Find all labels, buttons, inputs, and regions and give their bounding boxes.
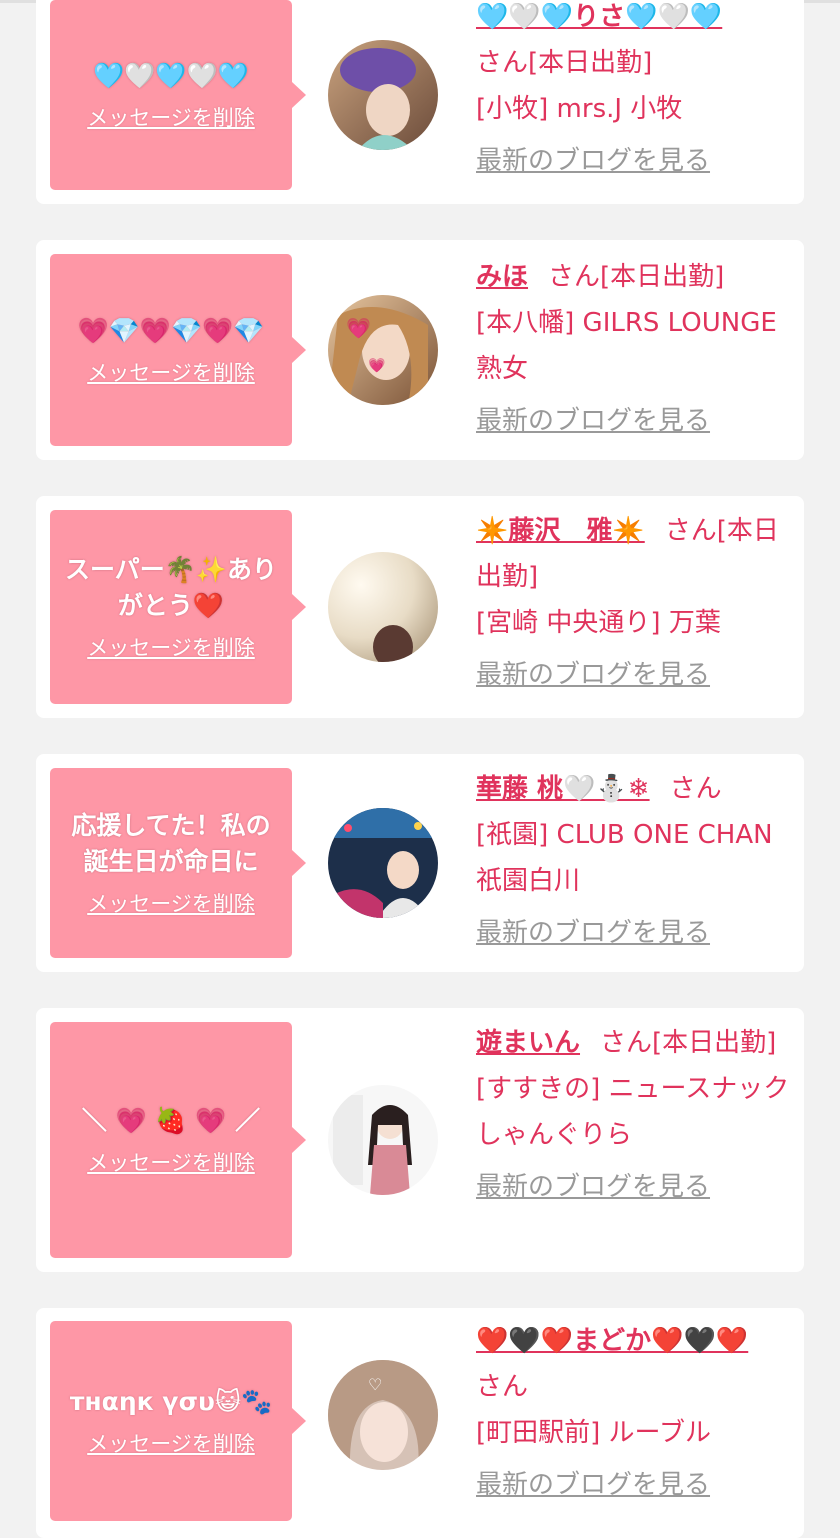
message-card: スーパー🌴✨ありがとう❤️ メッセージを削除 ✴️藤沢 雅✴️ さん[本日出勤] … <box>36 496 804 718</box>
latest-blog-link[interactable]: 最新のブログを見る <box>476 1462 792 1508</box>
message-card: 🩵🤍🩵🤍🩵 メッセージを削除 🩵🤍🩵りさ🩵🤍🩵 さん[本日出勤] [小牧] mr… <box>36 0 804 204</box>
message-bubble: 応援してた！私の誕生日が命日に メッセージを削除 <box>50 768 306 958</box>
delete-message-link[interactable]: メッセージを削除 <box>87 357 255 387</box>
delete-message-link[interactable]: メッセージを削除 <box>87 1147 255 1177</box>
message-card: ＼ 💗 🍓 💗 ／ メッセージを削除 遊まいん さん[本日出勤] [すすきの] ニ… <box>36 1008 804 1272</box>
message-text: スーパー🌴✨ありがとう❤️ <box>64 555 277 620</box>
message-text: тнαηк үσυ😺🐾 <box>69 1387 273 1416</box>
cast-info: ❤️🖤❤️まどか❤️🖤❤️ さん [町田駅前] ルーブル 最新のブログを見る <box>476 1318 792 1508</box>
cast-name-link[interactable]: みほ <box>476 262 528 292</box>
shop-name: [本八幡] GILRS LOUNGE 熟女 <box>476 308 777 384</box>
message-text: 応援してた！私の誕生日が命日に <box>71 811 271 876</box>
message-text: 🩵🤍🩵🤍🩵 <box>93 61 249 90</box>
message-bubble: 🩵🤍🩵🤍🩵 メッセージを削除 <box>50 0 306 190</box>
message-card: тнαηк үσυ😺🐾 メッセージを削除 ♡ ❤️🖤❤️まどか❤️🖤❤️ さん [… <box>36 1308 804 1538</box>
latest-blog-link[interactable]: 最新のブログを見る <box>476 138 792 184</box>
latest-blog-link[interactable]: 最新のブログを見る <box>476 398 792 444</box>
cast-info: 遊まいん さん[本日出勤] [すすきの] ニュースナックしゃんぐりら 最新のブログ… <box>476 1020 792 1210</box>
message-card: 応援してた！私の誕生日が命日に メッセージを削除 華藤 桃🤍⛄❄ さん [祇園] … <box>36 754 804 972</box>
latest-blog-link[interactable]: 最新のブログを見る <box>476 910 792 956</box>
message-bubble: тнαηк үσυ😺🐾 メッセージを削除 <box>50 1321 306 1521</box>
cast-info: 華藤 桃🤍⛄❄ さん [祇園] CLUB ONE CHAN 祇園白川 最新のブログ… <box>476 766 792 956</box>
cast-info: みほ さん[本日出勤] [本八幡] GILRS LOUNGE 熟女 最新のブログを… <box>476 254 792 444</box>
cast-status: さん[本日出勤] <box>476 48 653 78</box>
shop-name: [町田駅前] ルーブル <box>476 1418 711 1448</box>
cast-status: さん <box>669 774 722 804</box>
message-card: 💗💎💗💎💗💎 メッセージを削除 💗 💗 みほ さん[本日出勤] [本八幡] GIL… <box>36 240 804 460</box>
avatar[interactable] <box>328 40 438 150</box>
cast-name-link[interactable]: ✴️藤沢 雅✴️ <box>476 516 645 546</box>
avatar[interactable]: 💗 💗 <box>328 295 438 405</box>
cast-name-link[interactable]: ❤️🖤❤️まどか❤️🖤❤️ <box>476 1326 748 1356</box>
shop-name: [祇園] CLUB ONE CHAN 祇園白川 <box>476 820 773 896</box>
cast-info: 🩵🤍🩵りさ🩵🤍🩵 さん[本日出勤] [小牧] mrs.J 小牧 最新のブログを見… <box>476 0 792 184</box>
cast-info: ✴️藤沢 雅✴️ さん[本日出勤] [宮崎 中央通り] 万葉 最新のブログを見る <box>476 508 792 698</box>
message-bubble: 💗💎💗💎💗💎 メッセージを削除 <box>50 254 306 446</box>
delete-message-link[interactable]: メッセージを削除 <box>87 102 255 132</box>
shop-name: [すすきの] ニュースナックしゃんぐりら <box>476 1074 790 1150</box>
avatar[interactable]: ♡ <box>328 1360 438 1470</box>
avatar[interactable] <box>328 808 438 918</box>
delete-message-link[interactable]: メッセージを削除 <box>87 1428 255 1458</box>
cast-name-link[interactable]: 🩵🤍🩵りさ🩵🤍🩵 <box>476 2 722 32</box>
latest-blog-link[interactable]: 最新のブログを見る <box>476 1164 792 1210</box>
latest-blog-link[interactable]: 最新のブログを見る <box>476 652 792 698</box>
shop-name: [小牧] mrs.J 小牧 <box>476 94 683 124</box>
delete-message-link[interactable]: メッセージを削除 <box>87 632 255 662</box>
cast-status: さん <box>476 1372 529 1402</box>
cast-status: さん[本日出勤] <box>548 262 725 292</box>
message-text: 💗💎💗💎💗💎 <box>77 316 265 345</box>
svg-text:💗: 💗 <box>346 316 371 340</box>
cast-status: さん[本日出勤] <box>600 1028 777 1058</box>
message-bubble: ＼ 💗 🍓 💗 ／ メッセージを削除 <box>50 1022 306 1258</box>
message-text: ＼ 💗 🍓 💗 ／ <box>81 1106 261 1135</box>
avatar[interactable] <box>328 1085 438 1195</box>
cast-name-link[interactable]: 遊まいん <box>476 1028 580 1058</box>
cast-name-link[interactable]: 華藤 桃🤍⛄❄ <box>476 774 650 804</box>
message-bubble: スーパー🌴✨ありがとう❤️ メッセージを削除 <box>50 510 306 704</box>
svg-text:💗: 💗 <box>368 357 386 374</box>
delete-message-link[interactable]: メッセージを削除 <box>87 888 255 918</box>
avatar[interactable] <box>328 552 438 662</box>
svg-text:♡: ♡ <box>368 1375 382 1394</box>
shop-name: [宮崎 中央通り] 万葉 <box>476 608 721 638</box>
